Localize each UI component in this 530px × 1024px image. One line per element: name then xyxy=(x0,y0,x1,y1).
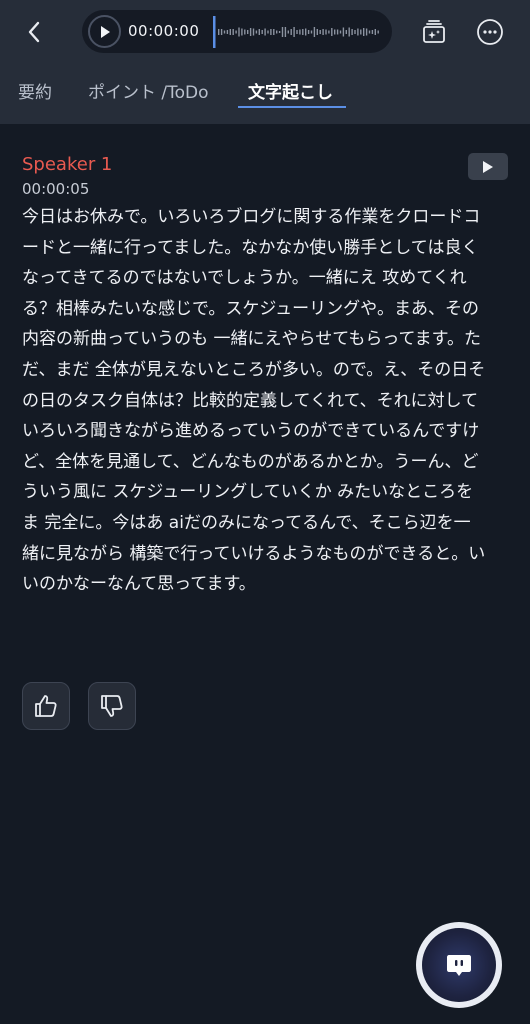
transcript-line: いのかなーなんて思ってます。 xyxy=(22,574,256,595)
waveform-bar xyxy=(305,28,307,36)
like-button[interactable] xyxy=(22,682,70,730)
waveform-bar xyxy=(360,29,362,35)
play-icon xyxy=(100,25,110,38)
waveform-bar xyxy=(310,30,313,34)
waveform-bar xyxy=(363,28,365,36)
more-horizontal-icon xyxy=(477,19,503,45)
segment-play-button[interactable] xyxy=(468,153,508,180)
waveform-bar xyxy=(290,29,292,35)
waveform-bar xyxy=(339,30,342,34)
waveform-bar xyxy=(276,30,278,34)
waveform-bar xyxy=(284,27,287,37)
waveform-bar xyxy=(293,27,295,37)
waveform-bar xyxy=(226,30,229,34)
waveform-bar xyxy=(223,30,226,34)
waveform-bar xyxy=(302,29,304,35)
waveform-bar xyxy=(270,29,272,35)
waveform-bar xyxy=(258,29,260,35)
waveform-bar xyxy=(249,28,252,36)
waveform-bar xyxy=(368,30,371,34)
active-tab-indicator xyxy=(238,106,346,108)
audio-waveform[interactable] xyxy=(212,14,384,50)
transcript-line: ードと一緒に行ってました。なかなか使い勝手としては良く xyxy=(22,237,479,258)
segment-timestamp: 00:00:05 xyxy=(22,180,90,198)
waveform-bar xyxy=(247,30,249,34)
waveform-bar xyxy=(220,29,223,35)
waveform-bar xyxy=(374,29,376,35)
waveform-bar xyxy=(365,28,368,36)
player-time: 00:00:00 xyxy=(128,22,200,40)
waveform-bar xyxy=(261,30,263,34)
transcript-line: 内容の新曲っていうのも 一緒にえやらせてもらってます。た xyxy=(22,329,481,350)
waveform-bar xyxy=(296,30,298,34)
waveform-bar xyxy=(264,28,266,36)
player-play-button[interactable] xyxy=(88,15,121,48)
waveform-bar xyxy=(252,28,255,36)
chevron-left-icon xyxy=(28,21,40,43)
waveform-bar xyxy=(354,30,356,34)
waveform-bar xyxy=(328,30,330,34)
waveform-bar xyxy=(255,30,258,34)
waveform-bar xyxy=(313,27,316,37)
transcript-line: ど、全体を見通して、どんなものがあるかとか。うーん、ど xyxy=(22,451,479,472)
thumbs-up-icon xyxy=(35,695,57,717)
waveform-bar xyxy=(232,29,234,35)
waveform-bar xyxy=(357,28,359,36)
transcript-line: 緒に見ながら 構築で行っていけるようなものができると。い xyxy=(22,543,486,564)
transcript-line: ういう風に スケジューリングしていくか みたいなところを xyxy=(22,482,474,503)
waveform-bar xyxy=(325,29,327,35)
transcript-line: 今日はお休みで。いろいろブログに関する作業をクロードコ xyxy=(22,207,481,227)
ai-chat-fab[interactable] xyxy=(416,922,502,1008)
waveform-bar xyxy=(377,30,379,34)
waveform-bar xyxy=(238,27,240,37)
waveform-bar xyxy=(218,29,220,35)
back-button[interactable] xyxy=(18,16,50,48)
waveform-bar xyxy=(351,29,353,35)
dislike-button[interactable] xyxy=(88,682,136,730)
transcript-line: る？相棒みたいな感じで。スケジューリングや。まあ、その xyxy=(22,298,479,319)
waveform-bar xyxy=(287,30,289,34)
transcript-line: ま 完全に。今はあ aiだのみになってるんで、そこら辺を一 xyxy=(22,512,471,533)
waveform-bar xyxy=(345,30,347,34)
waveform-bar xyxy=(267,30,269,34)
playhead-marker[interactable] xyxy=(213,16,216,48)
waveform-bar xyxy=(319,30,321,34)
tab-transcript[interactable]: 文字起こし xyxy=(248,78,333,103)
waveform-bar xyxy=(336,29,339,35)
transcript-line: なってきてるのではないでしょうか。一緒にえ 攻めてくれ xyxy=(22,268,467,289)
waveform-bar xyxy=(273,29,275,35)
waveform-bar xyxy=(299,29,301,35)
ai-chat-fab-inner xyxy=(422,928,496,1002)
waveform-bar xyxy=(371,30,374,34)
transcript-text: 今日はお休みで。いろいろブログに関する作業をクロードコ ードと一緒に行ってました… xyxy=(22,202,508,600)
chat-bubble-icon xyxy=(447,955,471,976)
waveform-bar xyxy=(241,28,243,36)
waveform-bar xyxy=(331,28,333,36)
transcript-line: の日のタスク自体は？比較的定義してくれて、それに対して xyxy=(22,390,479,411)
tab-bar: 要約 ポイント /ToDo 文字起こし xyxy=(0,72,530,112)
ai-card-button[interactable] xyxy=(416,14,452,50)
transcript-line: だ、まだ 全体が見えないところが多い。ので。え、その日そ xyxy=(22,359,486,380)
waveform-bar xyxy=(316,29,318,35)
waveform-bar xyxy=(281,27,284,37)
more-options-button[interactable] xyxy=(472,14,508,50)
waveform-bar xyxy=(244,29,246,35)
tab-summary[interactable]: 要約 xyxy=(18,78,52,103)
play-icon xyxy=(483,160,493,173)
waveform-bar xyxy=(348,27,350,37)
transcript-line: いろいろ聞きながら進めるっていうのができているんですけ xyxy=(22,421,480,442)
thumbs-down-icon xyxy=(101,695,123,717)
waveform-bar xyxy=(322,29,324,35)
waveform-bar xyxy=(278,31,281,33)
waveform-bar xyxy=(229,29,231,35)
waveform-bar xyxy=(307,30,310,34)
waveform-bar xyxy=(334,29,336,35)
tab-points-todo[interactable]: ポイント /ToDo xyxy=(88,78,209,103)
sparkle-card-icon xyxy=(423,20,445,43)
waveform-bar xyxy=(342,27,345,37)
speaker-name: Speaker 1 xyxy=(22,154,113,175)
waveform-bar xyxy=(235,30,237,34)
audio-player: 00:00:00 xyxy=(82,10,392,53)
app-header: 00:00:00 要約 ポイント /ToDo 文字起こし xyxy=(0,0,530,124)
